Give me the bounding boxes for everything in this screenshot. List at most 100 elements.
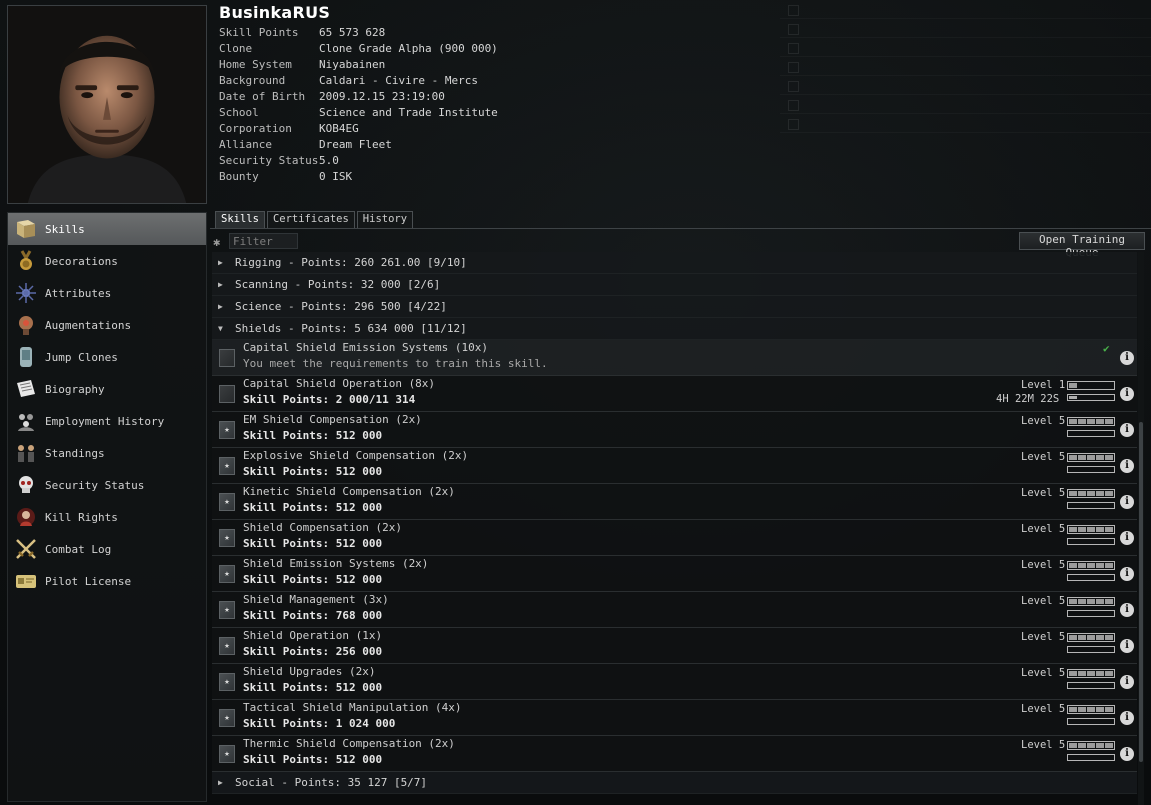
skill-row[interactable]: Capital Shield Emission Systems (10x) Yo… [212,340,1137,376]
skill-row[interactable]: ★ Explosive Shield Compensation (2x) Ski… [212,448,1137,484]
skillbook-icon: ★ [219,421,235,439]
collapse-arrow-icon: ▼ [218,324,223,333]
info-row-security-status: Security Status 5.0 [219,153,498,169]
info-buttons-column: i i i i i i i i i i i i [1120,252,1134,805]
nav-item-skills[interactable]: Skills [8,213,206,245]
training-progress-bar [1067,754,1115,761]
scrollbar-thumb[interactable] [1139,422,1143,762]
info-label: Skill Points [219,26,299,39]
nav-item-jump-clones[interactable]: Jump Clones [8,341,206,373]
level-segment [1105,527,1113,532]
skills-book-icon [13,216,39,242]
skill-row[interactable]: ★ Tactical Shield Manipulation (4x) Skil… [212,700,1137,736]
level-segment [1096,707,1104,712]
progress-fill [1069,396,1077,399]
nav-label: Biography [45,382,105,396]
info-icon[interactable]: i [1120,711,1134,725]
level-segment [1069,563,1077,568]
nav-item-pilot-license[interactable]: Pilot License [8,565,206,597]
tab-skills[interactable]: Skills [215,211,265,228]
skillbook-icon: ★ [219,601,235,619]
skill-points: Skill Points: 1 024 000 [243,717,396,730]
skill-row[interactable]: ★ EM Shield Compensation (2x) Skill Poin… [212,412,1137,448]
skill-row[interactable]: ★ Thermic Shield Compensation (2x) Skill… [212,736,1137,772]
info-icon[interactable]: i [1120,639,1134,653]
skill-name: Tactical Shield Manipulation (4x) [243,701,462,714]
info-icon[interactable]: i [1120,459,1134,473]
skill-group-science[interactable]: ▶ Science - Points: 296 500 [4/22] [212,296,1137,318]
skill-points: Skill Points: 2 000/11 314 [243,393,416,406]
skill-points: Skill Points: 256 000 [243,645,383,658]
level-segment [1087,599,1095,604]
nav-item-attributes[interactable]: Attributes [8,277,206,309]
skill-row[interactable]: Capital Shield Operation (8x) Skill Poin… [212,376,1137,412]
nav-item-security-status[interactable]: Security Status [8,469,206,501]
level-bars [1067,633,1115,642]
nav-item-standings[interactable]: Standings [8,437,206,469]
info-icon[interactable]: i [1120,675,1134,689]
employment-icon [13,408,39,434]
can-train-check-icon: ✔ [1103,342,1110,355]
nav-label: Combat Log [45,542,112,556]
level-segment [1078,707,1086,712]
skill-row[interactable]: ★ Shield Management (3x) Skill Points: 7… [212,592,1137,628]
level-segment [1078,563,1086,568]
info-icon[interactable]: i [1120,603,1134,617]
info-icon[interactable]: i [1120,387,1134,401]
skill-level: Level 5 [1021,487,1066,499]
info-icon[interactable]: i [1120,567,1134,581]
nav-item-employment-history[interactable]: Employment History [8,405,206,437]
nav-item-decorations[interactable]: Decorations [8,245,206,277]
info-row-background: Background Caldari - Civire - Mercs [219,73,498,89]
open-training-queue-button[interactable]: Open Training Queue [1019,232,1145,259]
skill-group-shields[interactable]: ▼ Shields - Points: 5 634 000 [11/12] [212,318,1137,340]
training-progress-bar [1067,682,1115,689]
skillbook-icon: ★ [219,745,235,763]
filter-input[interactable] [229,233,298,249]
skill-row[interactable]: ★ Kinetic Shield Compensation (2x) Skill… [212,484,1137,520]
nav-label: Security Status [45,478,145,492]
info-value: Science and Trade Institute [319,106,498,119]
group-label: Science - Points: 296 500 [4/22] [235,300,447,313]
character-portrait [7,5,207,204]
nav-item-combat-log[interactable]: Combat Log [8,533,206,565]
background-window [780,0,1151,140]
info-row-corporation: Corporation KOB4EG [219,121,498,137]
level-segment [1105,671,1113,676]
info-value: Caldari - Civire - Mercs [319,74,478,87]
info-icon[interactable]: i [1120,495,1134,509]
level-segment [1069,455,1077,460]
info-row-clone: Clone Clone Grade Alpha (900 000) [219,41,498,57]
skill-group-rigging[interactable]: ▶ Rigging - Points: 260 261.00 [9/10] [212,252,1137,274]
skill-name: Shield Operation (1x) [243,629,383,642]
training-progress-bar [1067,502,1115,509]
nav-item-augmentations[interactable]: Augmentations [8,309,206,341]
skill-points: Skill Points: 512 000 [243,537,383,550]
biography-icon [13,376,39,402]
skill-row[interactable]: ★ Shield Operation (1x) Skill Points: 25… [212,628,1137,664]
settings-gear-icon[interactable]: ✱ [213,236,225,248]
level-segment [1096,419,1104,424]
info-icon[interactable]: i [1120,423,1134,437]
tab-history[interactable]: History [356,211,414,228]
nav-item-biography[interactable]: Biography [8,373,206,405]
skill-group-scanning[interactable]: ▶ Scanning - Points: 32 000 [2/6] [212,274,1137,296]
info-icon[interactable]: i [1120,747,1134,761]
character-name: BusinkaRUS [219,3,331,22]
tab-certificates[interactable]: Certificates [266,211,355,228]
jump-clone-icon [13,344,39,370]
nav-item-kill-rights[interactable]: Kill Rights [8,501,206,533]
info-label: Bounty [219,170,259,183]
skill-row[interactable]: ★ Shield Compensation (2x) Skill Points:… [212,520,1137,556]
level-segment [1105,743,1113,748]
skill-row[interactable]: ★ Shield Emission Systems (2x) Skill Poi… [212,556,1137,592]
skill-points: Skill Points: 768 000 [243,609,383,622]
skill-group-social[interactable]: ▶ Social - Points: 35 127 [5/7] [212,772,1137,794]
info-icon[interactable]: i [1120,351,1134,365]
skill-level: Level 1 [1021,379,1066,391]
skills-tabs: Skills Certificates History [215,211,415,228]
skill-row[interactable]: ★ Shield Upgrades (2x) Skill Points: 512… [212,664,1137,700]
level-segment [1078,599,1086,604]
info-icon[interactable]: i [1120,531,1134,545]
scrollbar[interactable] [1138,252,1144,805]
